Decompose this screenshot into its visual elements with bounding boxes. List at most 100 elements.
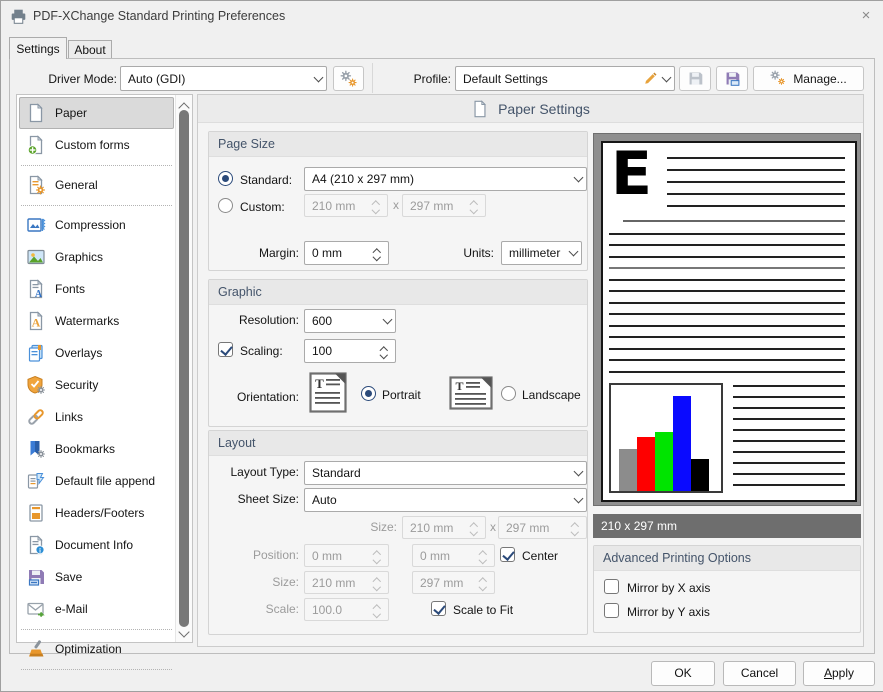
driver-mode-label: Driver Mode:: [30, 72, 117, 86]
custom-forms-icon: [26, 135, 46, 155]
x-separator: x: [490, 520, 496, 534]
svg-text:T: T: [315, 376, 324, 391]
position-y-spinner[interactable]: 0 mm: [412, 544, 495, 567]
scaling-checkbox[interactable]: [218, 342, 233, 357]
sidebar-item-overlays[interactable]: Overlays: [19, 337, 174, 369]
sidebar-item-security[interactable]: Security: [19, 369, 174, 401]
spinner-buttons[interactable]: [376, 345, 391, 358]
scale-label: Scale:: [216, 602, 299, 616]
spinner-buttons[interactable]: [567, 521, 582, 534]
sidebar-item-document-info[interactable]: i Document Info: [19, 529, 174, 561]
mirror-x-checkbox[interactable]: [604, 579, 619, 594]
window-title: PDF-XChange Standard Printing Preference…: [33, 1, 285, 31]
sidebar-item-email[interactable]: e-Mail: [19, 593, 174, 625]
mirror-x-label: Mirror by X axis: [627, 581, 710, 595]
sidebar-item-fonts[interactable]: A Fonts: [19, 273, 174, 305]
custom-width-spinner[interactable]: 210 mm: [304, 194, 388, 217]
default-file-append-icon: [26, 471, 46, 491]
printing-preferences-dialog: PDF-XChange Standard Printing Preference…: [0, 0, 883, 692]
preview-size-badge: 210 x 297 mm: [593, 514, 861, 538]
sidebar-item-watermarks[interactable]: A Watermarks: [19, 305, 174, 337]
sidebar-item-save[interactable]: Save: [19, 561, 174, 593]
sheet-width-spinner[interactable]: 210 mm: [402, 516, 486, 539]
margin-label: Margin:: [227, 246, 299, 260]
profile-select[interactable]: Default Settings: [455, 66, 675, 91]
scrollbar-thumb[interactable]: [179, 110, 189, 627]
email-icon: [26, 599, 46, 619]
spinner-buttons[interactable]: [368, 199, 383, 212]
sidebar-item-compression[interactable]: Compression: [19, 209, 174, 241]
standard-radio[interactable]: [218, 171, 233, 186]
output-size-label: Size:: [216, 575, 299, 589]
group-header: Advanced Printing Options: [594, 546, 860, 571]
driver-mode-select[interactable]: Auto (GDI): [120, 66, 327, 91]
output-height-spinner[interactable]: 297 mm: [412, 571, 495, 594]
save-profile-as-button[interactable]: [716, 66, 748, 91]
sidebar-scrollbar[interactable]: [175, 95, 192, 642]
sidebar-item-headers-footers[interactable]: Headers/Footers: [19, 497, 174, 529]
page-size-group: Page Size Standard: A4 (210 x 297 mm) Cu…: [208, 131, 588, 271]
standard-label: Standard:: [240, 173, 292, 187]
spinner-buttons[interactable]: [369, 576, 384, 589]
sidebar-item-default-file-append[interactable]: Default file append: [19, 465, 174, 497]
graphic-group: Graphic Resolution: 600 Scaling: 100 Ori…: [208, 279, 588, 427]
preview-letter-e: E: [611, 149, 650, 199]
spinner-buttons[interactable]: [466, 521, 481, 534]
layout-group: Layout Layout Type: Standard Sheet Size:…: [208, 430, 588, 635]
spinner-buttons[interactable]: [369, 603, 384, 616]
close-icon[interactable]: ×: [854, 5, 878, 27]
sheet-height-spinner[interactable]: 297 mm: [498, 516, 587, 539]
resolution-select[interactable]: 600: [304, 309, 396, 333]
tab-about[interactable]: About: [68, 40, 112, 59]
center-checkbox[interactable]: [500, 547, 515, 562]
sidebar-item-bookmarks[interactable]: Bookmarks: [19, 433, 174, 465]
units-select[interactable]: millimeter: [501, 241, 582, 265]
position-x-spinner[interactable]: 0 mm: [304, 544, 389, 567]
scale-spinner[interactable]: 100.0: [304, 598, 389, 621]
sheet-size-select[interactable]: Auto: [304, 488, 587, 512]
tab-settings[interactable]: Settings: [9, 37, 67, 59]
custom-label: Custom:: [240, 200, 285, 214]
spinner-buttons[interactable]: [369, 549, 384, 562]
sidebar-item-optimization[interactable]: Optimization: [19, 633, 174, 665]
sidebar-item-general[interactable]: General: [19, 169, 174, 201]
layout-type-select[interactable]: Standard: [304, 461, 587, 485]
margin-spinner[interactable]: 0 mm: [304, 241, 389, 265]
output-width-spinner[interactable]: 210 mm: [304, 571, 389, 594]
custom-height-spinner[interactable]: 297 mm: [402, 194, 486, 217]
sidebar-item-graphics[interactable]: Graphics: [19, 241, 174, 273]
spinner-buttons[interactable]: [369, 247, 384, 260]
landscape-radio[interactable]: [501, 386, 516, 401]
spinner-buttons[interactable]: [466, 199, 481, 212]
scroll-down-icon[interactable]: [178, 626, 189, 637]
landscape-page-icon: T: [449, 376, 493, 410]
sidebar-item-custom-forms[interactable]: Custom forms: [19, 129, 174, 161]
sidebar-item-paper[interactable]: Paper: [19, 97, 174, 129]
headers-footers-icon: [26, 503, 46, 523]
bookmarks-icon: [26, 439, 46, 459]
save-profile-button[interactable]: [679, 66, 711, 91]
spinner-buttons[interactable]: [475, 576, 490, 589]
manage-button[interactable]: Manage...: [753, 66, 864, 91]
paper-settings-panel: Paper Settings Page Size Standard: A4 (2…: [197, 94, 864, 647]
printer-icon: [10, 8, 27, 25]
paper-icon: [26, 103, 46, 123]
resolution-label: Resolution:: [219, 313, 299, 327]
ok-button[interactable]: OK: [651, 661, 715, 686]
overlays-icon: [26, 343, 46, 363]
cancel-button[interactable]: Cancel: [723, 661, 796, 686]
optimization-icon: [26, 639, 46, 659]
standard-size-select[interactable]: A4 (210 x 297 mm): [304, 167, 587, 191]
scaling-spinner[interactable]: 100: [304, 339, 396, 363]
group-header: Layout: [209, 431, 587, 456]
sheet-size-label: Sheet Size:: [216, 492, 299, 506]
custom-radio[interactable]: [218, 198, 233, 213]
x-separator: x: [393, 198, 399, 212]
scale-to-fit-checkbox[interactable]: [431, 601, 446, 616]
portrait-radio[interactable]: [361, 386, 376, 401]
sidebar-separator: [21, 201, 172, 209]
apply-button[interactable]: Apply: [803, 661, 875, 686]
sidebar-item-links[interactable]: Links: [19, 401, 174, 433]
mirror-y-checkbox[interactable]: [604, 603, 619, 618]
spinner-buttons[interactable]: [475, 549, 490, 562]
